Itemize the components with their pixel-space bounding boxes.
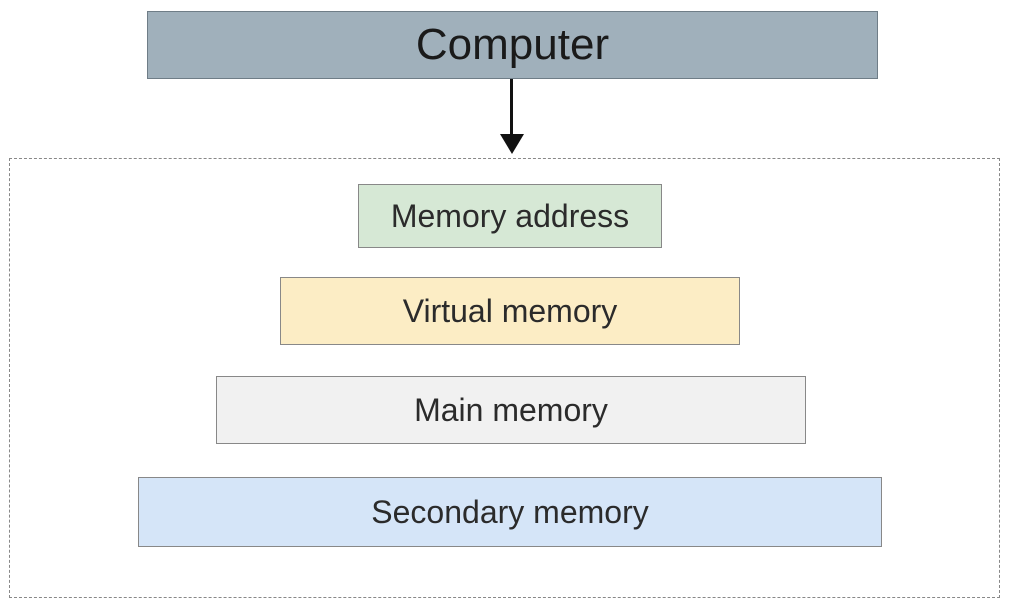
tier-virtual-memory: Virtual memory: [280, 277, 740, 345]
tier-memory-address: Memory address: [358, 184, 662, 248]
arrow-down-icon: [500, 79, 524, 157]
arrow-shaft: [510, 79, 513, 141]
root-node-label: Computer: [416, 20, 609, 70]
tier-label: Secondary memory: [371, 494, 648, 531]
tier-secondary-memory: Secondary memory: [138, 477, 882, 547]
memory-group-container: Memory address Virtual memory Main memor…: [9, 158, 1000, 598]
tier-label: Memory address: [391, 198, 629, 235]
tier-main-memory: Main memory: [216, 376, 806, 444]
tier-label: Main memory: [414, 392, 608, 429]
root-node-computer: Computer: [147, 11, 878, 79]
arrow-head: [500, 134, 524, 154]
tier-label: Virtual memory: [403, 293, 618, 330]
